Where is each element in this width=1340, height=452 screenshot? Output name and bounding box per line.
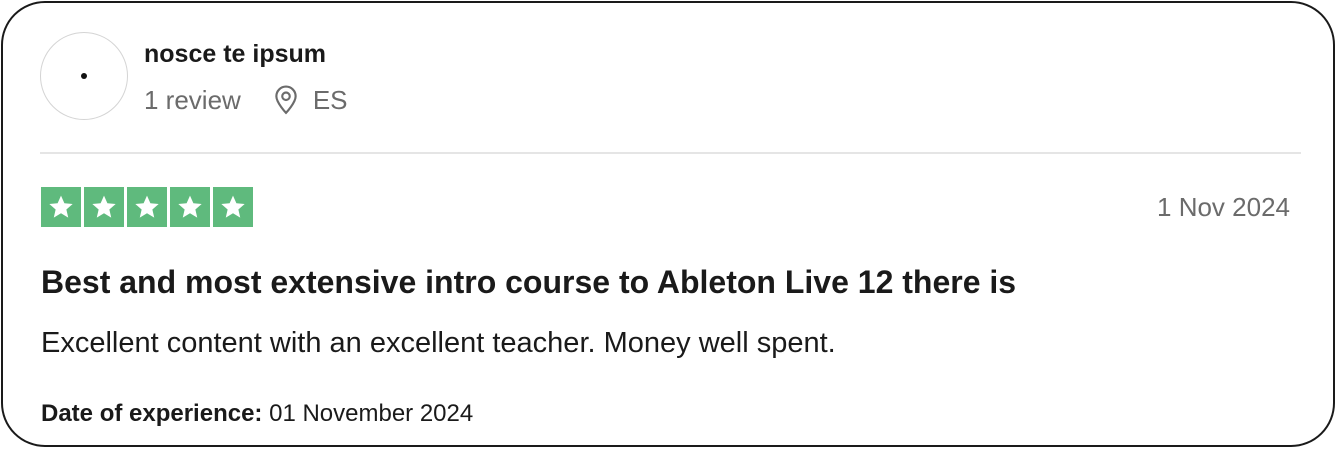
star-box	[127, 187, 167, 227]
star-icon	[49, 195, 73, 218]
reviewer-avatar[interactable]	[40, 32, 128, 120]
review-text: Excellent content with an excellent teac…	[41, 327, 836, 359]
reviewer-meta: 1 review ES	[144, 83, 348, 117]
star-box	[213, 187, 253, 227]
review-card: nosce te ipsum 1 review ES 1 Nov 2024 Be…	[1, 1, 1335, 447]
review-date: 1 Nov 2024	[1157, 192, 1290, 222]
review-title[interactable]: Best and most extensive intro course to …	[41, 262, 1016, 302]
avatar-dot	[81, 73, 87, 79]
experience-date: 01 November 2024	[269, 400, 474, 427]
reviewer-name[interactable]: nosce te ipsum	[144, 39, 326, 69]
star-box	[41, 187, 81, 227]
star-box	[84, 187, 124, 227]
star-icon	[221, 195, 245, 218]
divider	[40, 152, 1301, 154]
star-icon	[135, 195, 159, 218]
star-box	[170, 187, 210, 227]
star-icon	[92, 195, 116, 218]
experience-label: Date of experience:	[41, 400, 263, 427]
reviewer-country: ES	[312, 84, 348, 115]
star-icon	[178, 195, 202, 218]
star-rating	[41, 187, 253, 227]
reviewer-location: ES	[273, 85, 348, 116]
date-of-experience: Date of experience: 01 November 2024	[41, 399, 473, 429]
map-pin-icon	[275, 85, 297, 115]
review-count: 1 review	[144, 84, 241, 115]
